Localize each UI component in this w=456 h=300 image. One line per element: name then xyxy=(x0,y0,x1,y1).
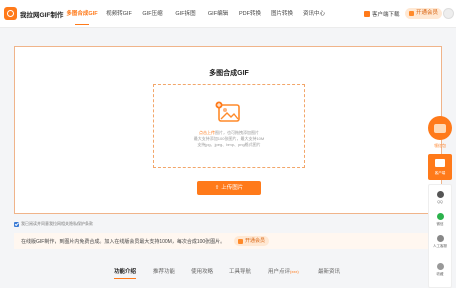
click-upload-link[interactable]: 点击上传 xyxy=(199,130,215,135)
wechat-contact[interactable]: 微信 xyxy=(429,213,451,226)
nav-item-pdf-convert[interactable]: PDF转换 xyxy=(234,0,266,28)
nav-item-gif-split[interactable]: GIF拆图 xyxy=(169,0,202,28)
tab-feature-intro[interactable]: 功能介绍 xyxy=(114,267,137,279)
top-header: 我拉网GIF制作 多图合成GIF 视频转GIF GIF压缩 GIF拆图 GIF编… xyxy=(0,0,456,28)
drop-hint-line3: 支持jpg、jpeg、bmp、png格式图片 xyxy=(197,142,261,147)
favorite-label: 收藏 xyxy=(436,272,444,276)
upload-card: 多图合成GIF 点击上传图片，也可拖拽添加图片 最大支持添加100张图片，最大支… xyxy=(14,46,442,214)
tab-recommended[interactable]: 推荐功能 xyxy=(153,267,175,275)
nav-item-gif-edit[interactable]: GIF编辑 xyxy=(202,0,234,28)
page-title: 多图合成GIF xyxy=(209,70,249,77)
vip-button[interactable]: 开通会员 xyxy=(405,8,443,19)
review-count-badge: (xxx) xyxy=(290,269,299,274)
info-tabs: 功能介绍 推荐功能 使用攻略 工具导航 用户点评(xxx) 最新资讯 xyxy=(0,267,456,283)
star-icon xyxy=(436,263,444,270)
nav-item-image-convert[interactable]: 图片转换 xyxy=(266,0,298,28)
monitor-icon xyxy=(435,159,445,167)
agreement-checkbox[interactable] xyxy=(14,221,19,227)
tab-tool-nav[interactable]: 工具导航 xyxy=(229,267,251,275)
tab-guide[interactable]: 使用攻略 xyxy=(191,267,213,275)
crown-icon xyxy=(409,11,414,16)
red-packet-label: 领红包 xyxy=(434,143,446,148)
image-upload-icon xyxy=(215,101,240,122)
wechat-icon xyxy=(436,213,444,220)
drop-hint-rest: 图片，也可拖拽添加图片 xyxy=(215,130,259,135)
upload-button-label: 上传图片 xyxy=(221,185,244,191)
customer-service-contact[interactable]: 人工客服 xyxy=(429,235,451,248)
notice-vip-button[interactable]: 开通会员 xyxy=(234,236,270,246)
crown-icon xyxy=(238,238,243,244)
user-avatar[interactable] xyxy=(443,8,454,19)
side-contact-box: QQ 微信 人工客服 收藏 xyxy=(428,184,452,288)
agreement-text[interactable]: 我已阅读并同意我拉网相关隐私保护条款 xyxy=(21,221,93,227)
nav-item-news-center[interactable]: 资讯中心 xyxy=(298,0,330,28)
notice-vip-label: 开通会员 xyxy=(245,238,266,244)
tab-latest-news[interactable]: 最新资讯 xyxy=(318,267,340,275)
brand-name[interactable]: 我拉网GIF制作 xyxy=(20,9,63,19)
floating-side-panel: 领红包 客户端 QQ 微信 人工客服 收藏 xyxy=(428,116,452,288)
qq-icon xyxy=(436,191,444,198)
client-side-label: 客户端 xyxy=(434,171,446,175)
service-icon xyxy=(436,235,444,242)
main-nav: 多图合成GIF 视频转GIF GIF压缩 GIF拆图 GIF编辑 PDF转换 图… xyxy=(62,0,330,28)
notice-bar: 在线版GIF制作，到图片内免费合成。加入在线版会员最大支持100M，每次合成10… xyxy=(14,233,442,249)
upload-arrow-icon: ⇧ xyxy=(214,185,220,191)
nav-item-multi-image-gif[interactable]: 多图合成GIF xyxy=(62,0,102,28)
nav-item-gif-compress[interactable]: GIF压缩 xyxy=(136,0,169,28)
drop-zone[interactable]: 点击上传图片，也可拖拽添加图片 最大支持添加100张图片，最大支持10M 支持j… xyxy=(153,84,305,168)
upload-button[interactable]: ⇧ 上传图片 xyxy=(197,181,261,195)
client-download-link[interactable]: 客户端下载 xyxy=(364,10,400,18)
download-icon xyxy=(364,11,370,17)
red-packet-button[interactable] xyxy=(428,116,452,140)
nav-item-video-to-gif[interactable]: 视频转GIF xyxy=(102,0,136,28)
content-area xyxy=(0,288,456,300)
tab-user-reviews-label: 用户点评 xyxy=(268,269,291,275)
service-label: 人工客服 xyxy=(433,244,447,248)
qq-label: QQ xyxy=(437,200,443,204)
vip-button-label: 开通会员 xyxy=(416,10,439,16)
logo-icon[interactable] xyxy=(4,7,17,20)
favorite-button[interactable]: 收藏 xyxy=(429,263,451,276)
wechat-label: 微信 xyxy=(436,222,444,226)
qq-contact[interactable]: QQ xyxy=(429,191,451,204)
client-download-label: 客户端下载 xyxy=(372,12,400,18)
agreement-row: 我已阅读并同意我拉网相关隐私保护条款 xyxy=(14,221,93,227)
notice-text: 在线版GIF制作，到图片内免费合成。加入在线版会员最大支持100M，每次合成10… xyxy=(21,239,226,245)
tab-user-reviews[interactable]: 用户点评(xxx) xyxy=(268,267,299,275)
client-side-button[interactable]: 客户端 xyxy=(428,154,452,180)
red-packet-icon xyxy=(434,124,446,133)
